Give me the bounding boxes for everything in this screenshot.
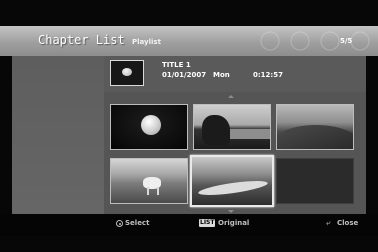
recording-date: 01/01/2007 [162, 71, 207, 79]
return-icon: ⤶ [326, 218, 331, 227]
recording-day: Mon [213, 71, 230, 79]
scroll-down-arrow-icon [228, 210, 234, 213]
chapter-thumbnail-2[interactable] [193, 104, 271, 150]
close-hint: Close [337, 219, 359, 227]
list-button-badge: LIST [199, 219, 216, 227]
lake-image [224, 129, 270, 139]
chapter-thumbnail-3[interactable] [276, 104, 354, 150]
title-thumbnail [110, 60, 144, 86]
select-hint: Select [125, 219, 150, 227]
left-panel [12, 56, 104, 214]
title-name: TITLE 1 [162, 61, 191, 69]
moon-image [141, 115, 161, 135]
river-image [197, 178, 269, 198]
recording-length: 0:12:57 [253, 71, 283, 79]
hill-image [277, 125, 353, 149]
scroll-up-arrow-icon [228, 95, 234, 98]
select-circle-icon [116, 220, 123, 227]
horse-leg [147, 187, 149, 195]
chapter-thumbnail-empty [276, 158, 354, 204]
playlist-label: Playlist [132, 38, 161, 46]
chapter-thumbnail-5-selected[interactable] [190, 155, 274, 207]
page-title: Chapter List [38, 33, 125, 47]
chapter-list-screen: Chapter List Playlist 5/5 TITLE 1 01/01/… [0, 0, 378, 252]
horse-leg [157, 187, 159, 195]
original-hint: Original [218, 219, 250, 227]
tree-image [202, 115, 230, 145]
chapter-thumbnail-4[interactable] [110, 158, 188, 204]
footer-bar [0, 214, 378, 236]
page-indicator: 5/5 [340, 37, 353, 45]
chapter-thumbnail-1[interactable] [110, 104, 188, 150]
moon-image [122, 68, 132, 76]
